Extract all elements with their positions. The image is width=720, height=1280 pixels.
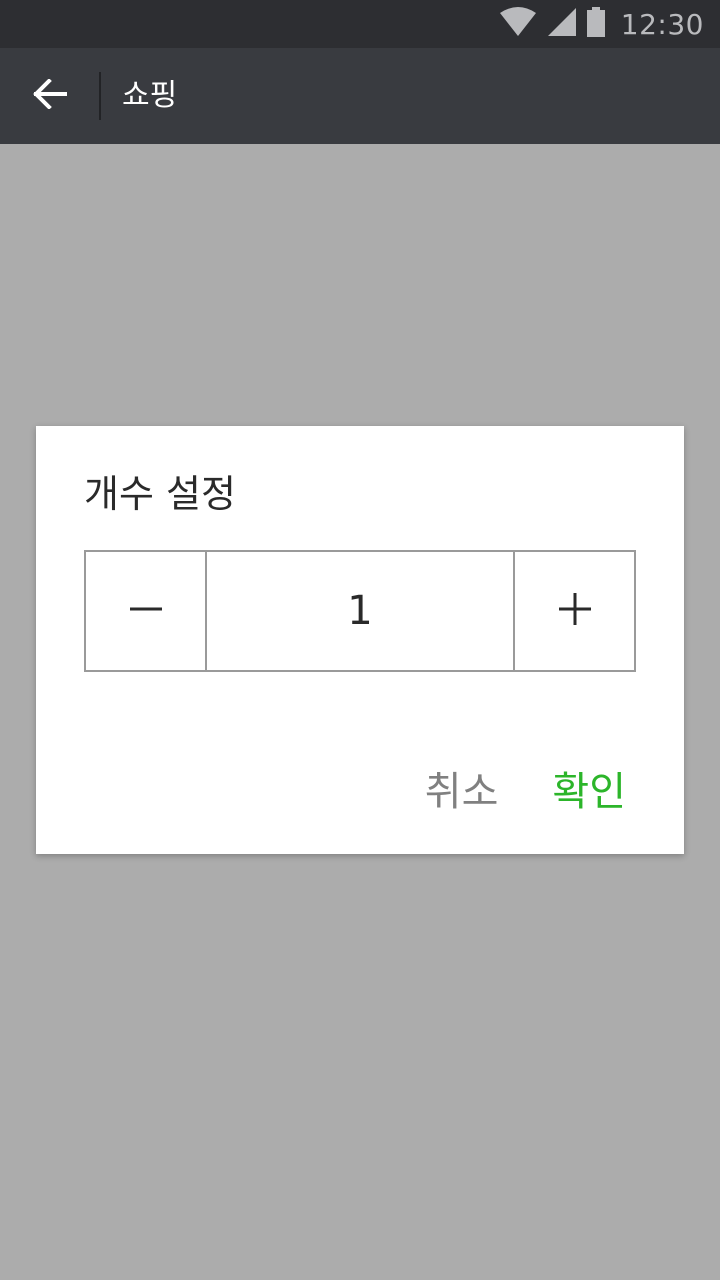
status-icons: 12:30 xyxy=(499,0,704,48)
decrement-button[interactable] xyxy=(86,552,205,670)
dialog-actions: 취소 확인 xyxy=(425,766,626,818)
plus-icon xyxy=(558,592,592,630)
minus-icon xyxy=(129,592,163,630)
app-bar-divider xyxy=(99,72,101,120)
battery-icon xyxy=(586,7,605,41)
confirm-button[interactable]: 확인 xyxy=(552,766,626,818)
quantity-value[interactable]: 1 xyxy=(205,552,515,670)
arrow-left-icon xyxy=(33,78,67,113)
app-title: 쇼핑 xyxy=(122,78,178,113)
back-button[interactable] xyxy=(18,66,82,126)
wifi-icon xyxy=(499,7,537,41)
status-bar: 12:30 xyxy=(0,0,720,48)
status-time: 12:30 xyxy=(620,7,704,41)
app-bar: 쇼핑 xyxy=(0,48,720,144)
signal-icon xyxy=(547,7,577,41)
cancel-button[interactable]: 취소 xyxy=(425,766,499,818)
dialog-title: 개수 설정 xyxy=(84,472,236,516)
quantity-dialog: 개수 설정 1 취소 확인 xyxy=(36,426,684,854)
increment-button[interactable] xyxy=(515,552,634,670)
quantity-stepper: 1 xyxy=(84,550,636,672)
